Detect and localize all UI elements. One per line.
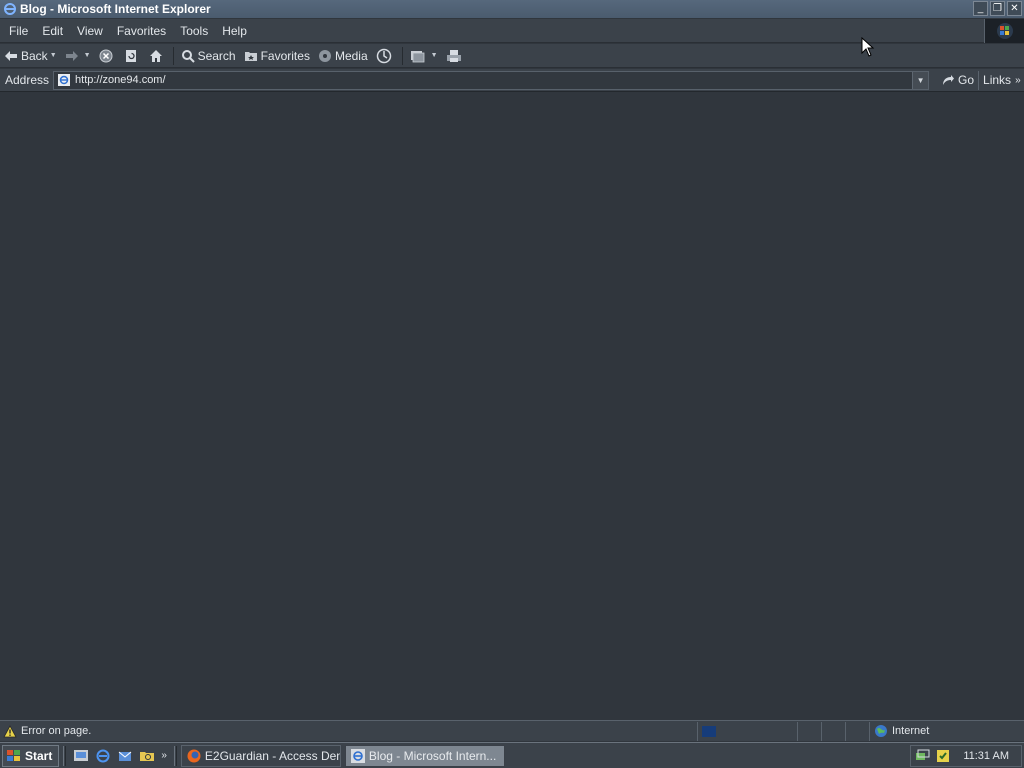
zone-text: Internet — [892, 725, 930, 737]
close-button[interactable]: ✕ — [1007, 1, 1022, 16]
task-blog-ie[interactable]: Blog - Microsoft Intern... — [344, 744, 505, 767]
task-label: E2Guardian - Access Deni... — [204, 748, 341, 763]
history-button[interactable] — [372, 45, 399, 67]
quicklaunch-separator — [63, 745, 67, 766]
media-button[interactable]: Media — [314, 45, 372, 67]
chevron-right-icon[interactable]: » — [1015, 75, 1021, 86]
windows-flag-icon — [7, 749, 20, 761]
show-desktop-icon[interactable] — [72, 747, 90, 765]
refresh-icon — [125, 49, 136, 62]
home-icon — [149, 49, 162, 62]
menu-file[interactable]: File — [2, 24, 35, 38]
links-toolbar[interactable]: Links » — [983, 73, 1021, 87]
status-cell — [822, 721, 846, 741]
progress-bar — [698, 721, 798, 741]
windows-flag-icon — [996, 23, 1013, 39]
back-label: Back — [21, 48, 48, 63]
go-button[interactable]: Go — [937, 70, 980, 90]
home-button[interactable] — [145, 45, 170, 67]
back-arrow-icon — [5, 50, 17, 61]
forward-arrow-icon — [65, 50, 78, 61]
menu-edit[interactable]: Edit — [35, 24, 70, 38]
ie-icon — [4, 3, 16, 15]
toolbar-separator — [172, 46, 174, 65]
start-label: Start — [25, 748, 53, 763]
progress-chunk — [702, 725, 716, 737]
taskbar-separator — [173, 745, 177, 766]
back-button[interactable]: Back ▼ — [0, 45, 61, 67]
toolbar-separator — [401, 46, 403, 65]
menu-tools[interactable]: Tools — [173, 24, 215, 38]
security-zone[interactable]: Internet — [870, 722, 929, 741]
favorites-button[interactable]: Favorites — [240, 45, 314, 67]
window-title: Blog - Microsoft Internet Explorer — [20, 2, 211, 16]
mouse-cursor-icon — [861, 37, 875, 57]
firefox-icon — [187, 749, 201, 762]
search-label: Search — [197, 48, 236, 63]
address-label: Address — [5, 73, 50, 87]
stop-button[interactable] — [95, 45, 120, 67]
system-tray: 11:31 AM — [910, 745, 1022, 767]
internet-globe-icon — [875, 725, 887, 737]
history-icon — [376, 48, 391, 63]
outlook-express-icon[interactable] — [116, 747, 134, 765]
back-dropdown-icon[interactable]: ▼ — [50, 52, 57, 59]
menu-favorites[interactable]: Favorites — [110, 24, 173, 38]
address-input[interactable] — [75, 74, 896, 86]
forward-dropdown-icon[interactable]: ▼ — [84, 52, 91, 59]
status-text: Error on page. — [21, 725, 92, 737]
print-icon — [446, 49, 461, 62]
task-label: Blog - Microsoft Intern... — [368, 748, 497, 763]
menu-view[interactable]: View — [70, 24, 110, 38]
security-shield-icon[interactable] — [935, 748, 951, 764]
forward-button[interactable]: ▼ — [61, 45, 95, 67]
go-arrow-icon — [943, 75, 955, 85]
menu-help[interactable]: Help — [215, 24, 254, 38]
address-field[interactable]: ▼ — [53, 70, 930, 90]
restore-button[interactable]: ❐ — [990, 1, 1005, 16]
explorer-folder-icon[interactable] — [138, 747, 156, 765]
status-bar: Error on page. Internet — [0, 720, 1024, 741]
page-icon — [58, 74, 71, 86]
go-label: Go — [958, 73, 975, 87]
search-icon — [181, 49, 195, 63]
mail-button[interactable]: ▼ — [406, 45, 442, 67]
page-content[interactable] — [0, 93, 1024, 720]
ie-quicklaunch-icon[interactable] — [94, 747, 112, 765]
status-message[interactable]: Error on page. — [0, 721, 698, 741]
status-cell — [846, 721, 870, 741]
search-button[interactable]: Search — [177, 45, 240, 67]
title-bar[interactable]: Blog - Microsoft Internet Explorer _ ❐ ✕ — [0, 0, 1024, 18]
mail-icon — [410, 50, 425, 62]
task-e2guardian[interactable]: E2Guardian - Access Deni... — [180, 744, 341, 767]
address-bar: Address ▼ Go Links » — [0, 69, 1024, 92]
quicklaunch-chevron-icon[interactable]: » — [161, 750, 167, 761]
address-dropdown-icon[interactable]: ▼ — [912, 71, 929, 89]
favorites-label: Favorites — [260, 48, 310, 63]
warning-icon[interactable] — [3, 724, 17, 738]
mail-dropdown-icon[interactable]: ▼ — [431, 52, 438, 59]
refresh-button[interactable] — [120, 45, 145, 67]
links-label: Links — [983, 73, 1012, 87]
ie-icon — [350, 748, 365, 763]
print-button[interactable] — [442, 45, 469, 67]
clock[interactable]: 11:31 AM — [963, 750, 1009, 762]
stop-icon — [99, 49, 113, 62]
status-cell — [798, 721, 822, 741]
window-controls: _ ❐ ✕ — [973, 1, 1022, 16]
minimize-button[interactable]: _ — [973, 1, 988, 16]
favorites-folder-icon — [244, 51, 257, 61]
network-icon[interactable] — [915, 748, 931, 764]
taskbar: Start » E2Guardian - Access Deni... Blog… — [0, 742, 1024, 768]
media-label: Media — [334, 48, 368, 63]
windows-logo-throbber — [984, 19, 1024, 43]
media-icon — [318, 49, 331, 62]
start-button[interactable]: Start — [2, 744, 60, 767]
